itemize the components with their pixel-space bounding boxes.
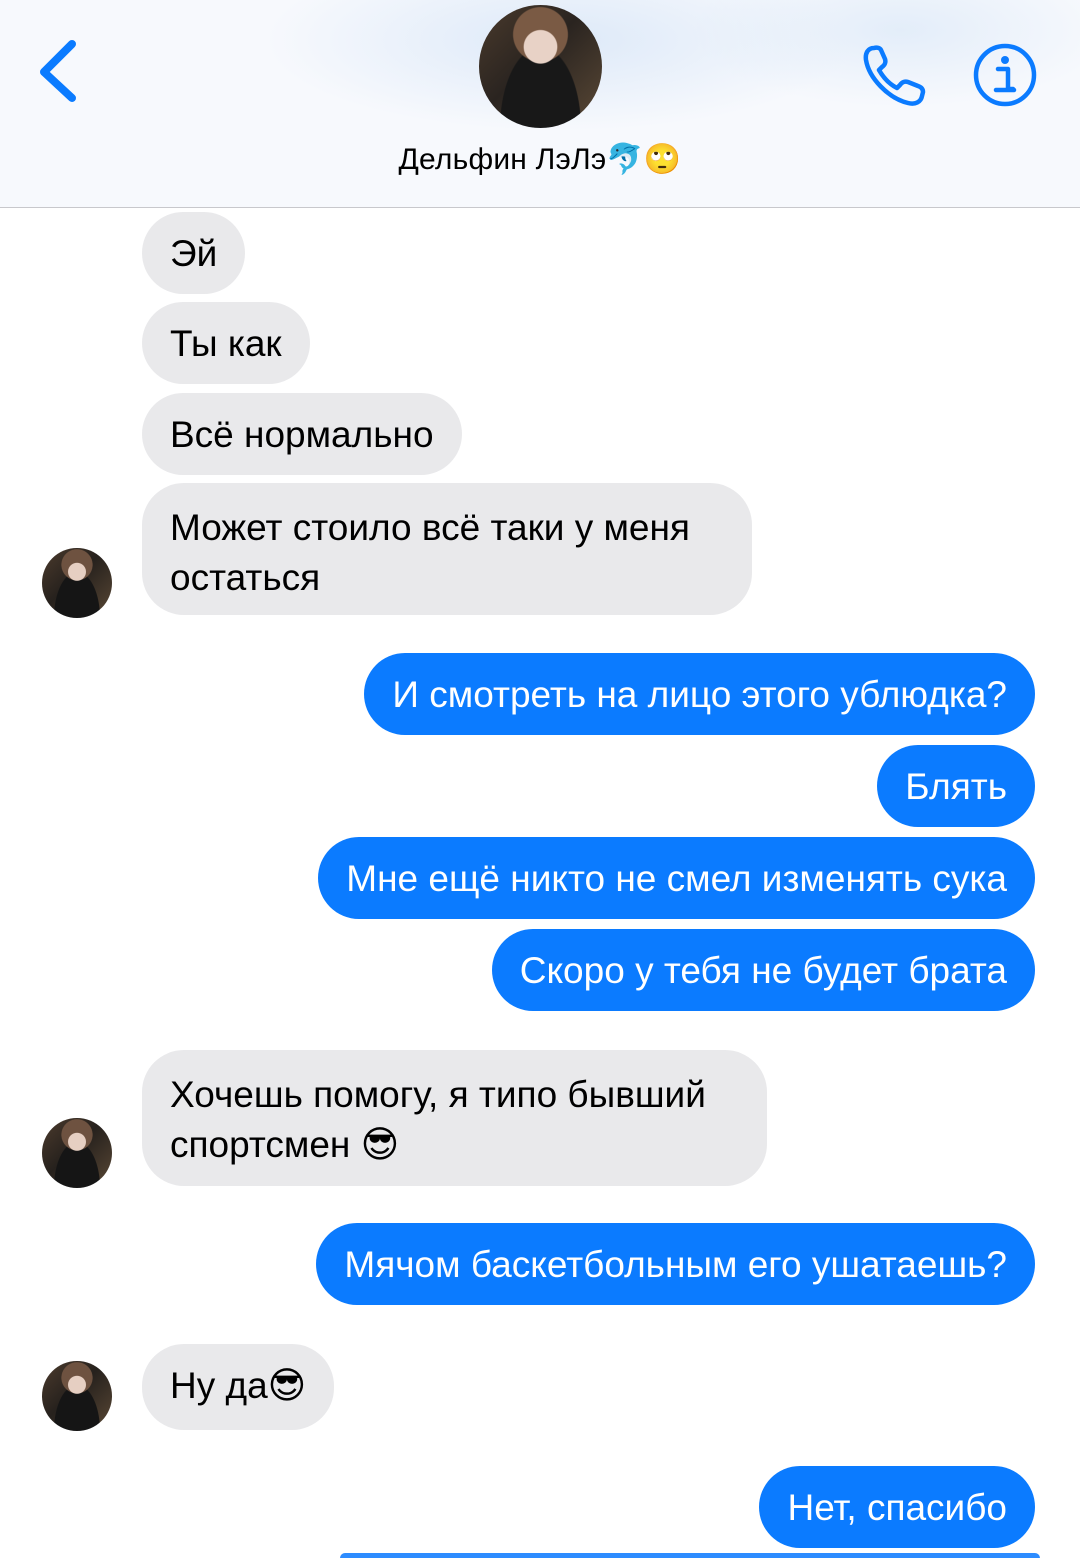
message-text: Может стоило всё таки у меня остаться: [170, 507, 690, 598]
contact-name-emoji: 🐬🙄: [606, 142, 682, 177]
contact-name[interactable]: Дельфин ЛэЛэ🐬🙄: [0, 142, 1080, 177]
call-button[interactable]: [860, 40, 932, 110]
message-text: Мячом баскетбольным его ушатаешь?: [344, 1244, 1007, 1285]
message-text: Хочешь помогу, я типо бывший спортсмен: [170, 1074, 706, 1165]
message-text: Ну да: [170, 1365, 268, 1406]
message-text: Скоро у тебя не будет брата: [519, 950, 1007, 991]
message-bubble-incoming[interactable]: Всё нормально: [142, 393, 462, 475]
message-bubble-outgoing[interactable]: Мне ещё никто не смел изменять сука: [318, 837, 1035, 919]
message-text: И смотреть на лицо этого ублюдка?: [392, 674, 1007, 715]
phone-icon: [863, 45, 926, 106]
message-bubble-incoming[interactable]: Хочешь помогу, я типо бывший спортсмен 😎: [142, 1050, 767, 1186]
message-bubble-incoming[interactable]: Может стоило всё таки у меня остаться: [142, 483, 752, 615]
sunglasses-emoji-icon: 😎: [267, 1364, 307, 1407]
message-bubble-incoming[interactable]: Ну да😎: [142, 1344, 335, 1430]
back-button[interactable]: [30, 36, 90, 106]
message-text: Эй: [170, 233, 218, 274]
info-icon: [973, 43, 1037, 107]
message-text: Мне ещё никто не смел изменять сука: [346, 858, 1007, 899]
message-text: Нет, спасибо: [787, 1487, 1007, 1528]
message-bubble-incoming[interactable]: Ты как: [142, 302, 310, 384]
message-bubble-outgoing[interactable]: Мячом баскетбольным его ушатаешь?: [316, 1223, 1035, 1305]
message-bubble-outgoing[interactable]: И смотреть на лицо этого ублюдка?: [364, 653, 1035, 735]
partial-message-bubble: [340, 1553, 1040, 1558]
sender-avatar[interactable]: [42, 1361, 112, 1431]
message-bubble-outgoing[interactable]: Нет, спасибо: [759, 1466, 1035, 1548]
sunglasses-emoji-icon: 😎: [360, 1123, 400, 1166]
contact-avatar[interactable]: [479, 5, 602, 128]
message-text: Ты как: [170, 323, 282, 364]
sender-avatar[interactable]: [42, 1118, 112, 1188]
message-bubble-outgoing[interactable]: Блять: [877, 745, 1035, 827]
message-text: Блять: [905, 766, 1007, 807]
contact-name-text: Дельфин ЛэЛэ: [398, 143, 607, 176]
sender-avatar[interactable]: [42, 548, 112, 618]
info-button[interactable]: [972, 42, 1038, 108]
message-text: Всё нормально: [170, 414, 434, 455]
message-bubble-outgoing[interactable]: Скоро у тебя не будет брата: [491, 929, 1035, 1011]
chevron-left-icon: [40, 40, 76, 102]
message-bubble-incoming[interactable]: Эй: [142, 212, 246, 294]
chat-header: Дельфин ЛэЛэ🐬🙄: [0, 0, 1080, 208]
